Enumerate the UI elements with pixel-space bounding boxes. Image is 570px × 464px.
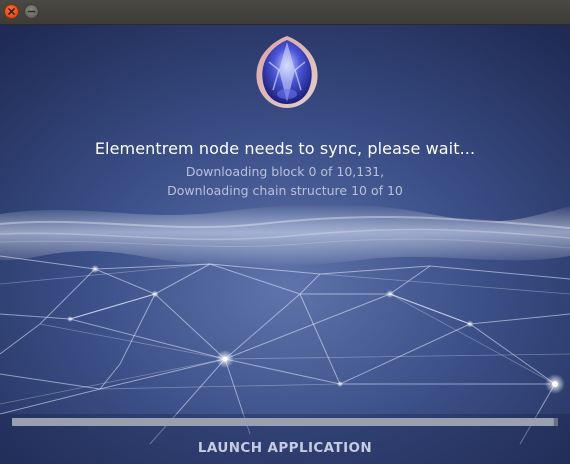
title-bar[interactable] [0,0,570,25]
chain-progress-text: Downloading chain structure 10 of 10 [167,183,403,198]
minimize-icon [27,10,36,13]
sync-progress-fill [12,418,553,426]
block-progress-text: Downloading block 0 of 10,131, [185,164,385,179]
sync-headline: Elementrem node needs to sync, please wa… [94,139,476,158]
minimize-button[interactable] [24,4,39,19]
sync-progress-bar [12,418,558,426]
progress-end-cap [554,418,558,426]
launch-application-button[interactable]: LAUNCH APPLICATION [185,436,385,460]
app-window: Elementrem node needs to sync, please wa… [0,0,570,464]
close-icon [8,8,15,15]
close-button[interactable] [4,4,19,19]
elementrem-logo [256,36,318,108]
